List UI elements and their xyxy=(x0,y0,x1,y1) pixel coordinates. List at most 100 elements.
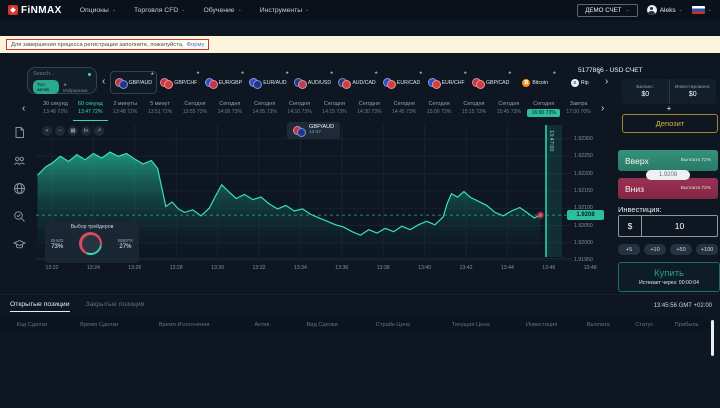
timeframe-option[interactable]: 60 секунд13:47 72% xyxy=(73,99,108,121)
timeframe-option[interactable]: Сегодня14:45 73% xyxy=(387,99,422,121)
time-axis-label: 13:24 xyxy=(81,265,105,271)
nav-menu-item[interactable]: Опционы⌄ xyxy=(80,7,116,14)
quick-amount-button[interactable]: +50 xyxy=(670,244,692,255)
status-dot-icon xyxy=(88,73,91,76)
top-assets-toggle[interactable]: Топ актив xyxy=(33,80,59,94)
asset-pair-audcad[interactable]: AUD/CAD★ xyxy=(335,71,380,94)
time-axis-label: 13:36 xyxy=(330,265,354,271)
zoom-out-icon[interactable]: − xyxy=(55,126,65,136)
timeframe-duration: Сегодня xyxy=(457,101,492,107)
price-axis-label: 1.92150 xyxy=(574,188,593,194)
timeframe-expiry: 15:00 73% xyxy=(422,109,457,115)
favorite-star-icon[interactable]: ★ xyxy=(285,70,289,76)
asset-pair-euraud[interactable]: EUR/AUD★ xyxy=(246,71,291,94)
chart-type-icon[interactable]: ▦ xyxy=(68,126,78,136)
quick-amount-button[interactable]: +5 xyxy=(618,244,640,255)
timeframe-option[interactable]: Завтра17:00 70% xyxy=(561,99,596,121)
quick-amount-button[interactable]: +100 xyxy=(696,244,718,255)
notice-form-link[interactable]: Форму xyxy=(187,42,205,48)
nav-menu-item[interactable]: Торговля CFD⌄ xyxy=(134,7,185,14)
favorite-star-icon[interactable]: ★ xyxy=(508,70,512,76)
asset-pair-bitcoin[interactable]: BBitcoin★ xyxy=(513,71,558,94)
asset-pair-gbpcad[interactable]: GBP/CAD★ xyxy=(468,71,513,94)
asset-pair-eurchf[interactable]: EUR/CHF ★ xyxy=(424,71,469,94)
pair-name: AUD/USD xyxy=(308,80,331,86)
nav-menu-item[interactable]: Инструменты⌄ xyxy=(260,7,310,14)
time-axis-label: 13:32 xyxy=(247,265,271,271)
asset-pair-gbpaud[interactable]: GBP/AUD ★ xyxy=(110,71,157,94)
indicators-icon[interactable]: In xyxy=(81,126,91,136)
search-input[interactable]: Search... xyxy=(33,71,55,77)
timeframe-scroll-left[interactable]: ‹ xyxy=(22,104,25,114)
timeframe-option[interactable]: 5 минут13:51 72% xyxy=(143,99,178,121)
positions-tab[interactable]: Закрытые позиции xyxy=(86,301,145,312)
timeframe-expiry: 14:00 73% xyxy=(212,109,247,115)
account-number[interactable]: 5177866 - USD СЧЕТ xyxy=(578,67,643,74)
demo-account-label: ДЕМО СЧЕТ xyxy=(585,7,621,14)
invested-block: Инвестировано: $0 xyxy=(669,79,717,104)
amount-input[interactable]: 10 xyxy=(642,216,717,236)
timeframe-option[interactable]: 2 минуты13:48 72% xyxy=(108,99,143,121)
favorite-star-icon[interactable]: ★ xyxy=(241,70,245,76)
zoom-in-icon[interactable]: + xyxy=(42,126,52,136)
pairs-scroll-left[interactable]: ‹ xyxy=(102,77,105,87)
timeframe-option[interactable]: Сегодня15:15 73% xyxy=(457,99,492,121)
brand-logo[interactable]: FiNMAX xyxy=(8,5,62,16)
timeframe-duration: 60 секунд xyxy=(73,101,108,107)
timeframe-option[interactable]: 30 секунд13:46 72% xyxy=(38,99,73,121)
community-icon[interactable] xyxy=(13,154,26,167)
favorite-star-icon[interactable]: ★ xyxy=(463,70,467,76)
put-down-button[interactable]: Вниз Выплата 72% xyxy=(618,178,718,199)
web-icon[interactable] xyxy=(13,182,26,195)
language-selector[interactable]: ⌄ xyxy=(692,6,712,14)
analysis-icon[interactable] xyxy=(13,210,26,223)
user-menu[interactable]: Aleks ⌄ xyxy=(647,5,683,15)
favorite-star-icon[interactable]: ★ xyxy=(419,70,423,76)
favorite-star-icon[interactable]: ★ xyxy=(150,71,154,77)
timeframe-scroll-right[interactable]: › xyxy=(601,104,604,114)
timeframe-duration: Сегодня xyxy=(526,101,561,107)
pair-name: EUR/CHF xyxy=(442,80,465,86)
pair-name: EUR/GBP xyxy=(219,80,242,86)
asset-pair-rip[interactable]: xRip★ xyxy=(557,71,602,94)
timeframe-option[interactable]: Сегодня16:00 73% xyxy=(526,99,561,121)
vertical-scrollbar[interactable] xyxy=(711,320,714,356)
call-up-button[interactable]: Вверх Выплата 72% xyxy=(618,150,718,171)
positions-column-header: Актив xyxy=(234,322,291,328)
nav-menu-item[interactable]: Обучение⌄ xyxy=(203,7,241,14)
expand-icon[interactable]: ↗ xyxy=(94,126,104,136)
quick-amount-button[interactable]: +10 xyxy=(644,244,666,255)
favorite-star-icon[interactable]: ★ xyxy=(374,70,378,76)
demo-account-button[interactable]: ДЕМО СЧЕТ ⌄ xyxy=(577,4,638,17)
add-funds-button[interactable]: + xyxy=(622,104,716,113)
timeframe-expiry: 14:30 73% xyxy=(352,109,387,115)
asset-pair-eurcad[interactable]: EUR/CAD★ xyxy=(379,71,424,94)
timeframe-option[interactable]: Сегодня 14:30 73% xyxy=(352,99,387,121)
positions-tabs: Открытые позиции Закрытые позиции xyxy=(10,301,144,312)
education-icon[interactable] xyxy=(13,238,26,251)
positions-tab[interactable]: Открытые позиции xyxy=(10,301,70,312)
pairs-scroll-right[interactable]: › xyxy=(605,77,608,87)
timeframe-option[interactable]: Сегодня15:00 73% xyxy=(422,99,457,121)
favorites-toggle[interactable]: ★ Избранные xyxy=(61,80,91,94)
pair-name: GBP/AUD xyxy=(129,80,152,86)
timeframe-expiry: 13:46 72% xyxy=(38,109,73,115)
asset-pair-eurgbp[interactable]: EUR/GBP ★ xyxy=(201,71,246,94)
timeframe-option[interactable]: Сегодня13:55 73% xyxy=(178,99,213,121)
timeframe-duration: Сегодня xyxy=(352,101,387,107)
favorite-star-icon[interactable]: ★ xyxy=(196,70,200,76)
asset-pair-audusd[interactable]: AUD/USD ★ xyxy=(290,71,335,94)
timeframe-option[interactable]: Сегодня14:10 73% xyxy=(282,99,317,121)
timeframe-option[interactable]: Сегодня15:45 73% xyxy=(491,99,526,121)
favorite-star-icon[interactable]: ★ xyxy=(552,70,556,76)
timeframe-option[interactable]: Сегодня14:05 73% xyxy=(247,99,282,121)
timeframe-option[interactable]: Сегодня14:00 73% xyxy=(212,99,247,121)
favorite-star-icon[interactable]: ★ xyxy=(330,70,334,76)
buy-button[interactable]: Купить Истекает через: 00:00:04 xyxy=(618,262,720,292)
timeframe-option[interactable]: Сегодня14:15 73% xyxy=(317,99,352,121)
deposit-button[interactable]: Депозит xyxy=(622,114,718,133)
asset-pair-gbpchf[interactable]: GBP/CHF★ xyxy=(157,71,202,94)
news-icon[interactable] xyxy=(13,126,26,139)
balance-value: $0 xyxy=(641,91,649,98)
timeframe-duration: Сегодня xyxy=(178,101,213,107)
